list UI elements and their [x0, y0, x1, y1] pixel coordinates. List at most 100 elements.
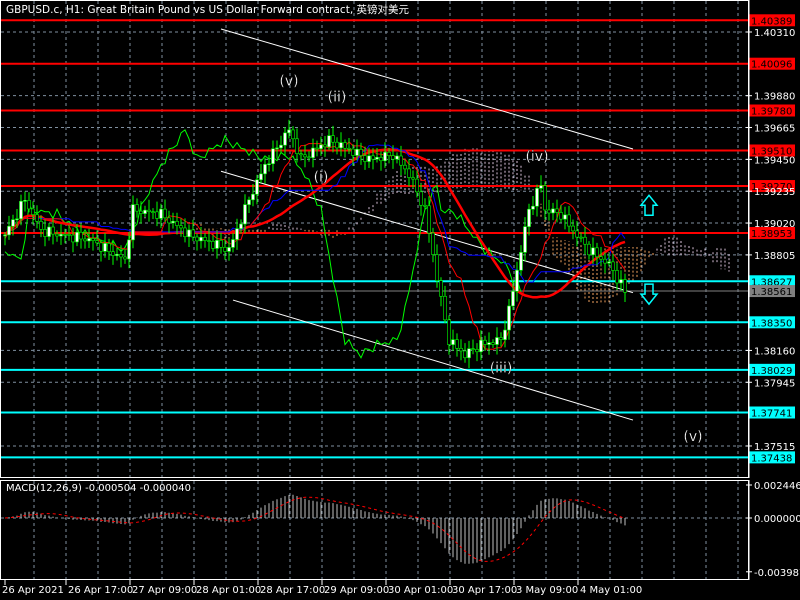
candle-body — [503, 329, 507, 340]
candle-body — [435, 254, 439, 281]
arrow-up-icon — [639, 194, 659, 217]
candle-body — [619, 279, 623, 284]
macd-axis-label: 0.002446 — [754, 481, 800, 492]
candle-body — [119, 253, 123, 258]
candle-body — [475, 349, 479, 353]
candle-body — [199, 237, 203, 242]
candle-body — [367, 155, 371, 162]
candle-body — [127, 239, 131, 260]
candle-body — [59, 234, 63, 237]
candle-body — [135, 204, 139, 212]
candle-body — [55, 233, 59, 237]
candle-body — [47, 226, 51, 237]
candle-body — [539, 185, 543, 189]
candle-body — [375, 157, 379, 160]
candle-body — [551, 208, 555, 214]
resistance-level-label: 1.40096 — [751, 60, 792, 71]
candle-body — [587, 243, 591, 256]
candle-body — [247, 199, 251, 205]
candle-body — [227, 247, 231, 252]
candle-body — [411, 177, 415, 180]
candle-body — [615, 270, 619, 284]
candle-body — [307, 156, 311, 159]
candle-body — [143, 209, 147, 214]
candle-body — [75, 231, 79, 243]
candle-body — [471, 348, 475, 350]
candle-body — [211, 240, 215, 249]
macd-label: MACD(12,26,9) -0.000504 -0.000040 — [6, 483, 191, 494]
candle-body — [275, 147, 279, 150]
candle-body — [555, 208, 559, 213]
price-axis-label: 1.39450 — [754, 155, 795, 166]
candle-body — [439, 280, 443, 297]
price-chart[interactable]: 1.403891.400961.397801.395101.392701.389… — [0, 0, 800, 600]
candle-body — [163, 208, 167, 219]
candle-body — [87, 238, 91, 242]
candle-body — [11, 219, 15, 227]
candle-body — [267, 163, 271, 166]
price-axis-label: 1.37945 — [754, 378, 795, 389]
candle-body — [159, 208, 163, 219]
candle-body — [235, 228, 239, 240]
candle-body — [327, 135, 331, 148]
candle-body — [359, 149, 363, 156]
time-axis-label: 29 Apr 09:00 — [324, 585, 389, 596]
candle-body — [415, 178, 419, 193]
candle-body — [139, 210, 143, 214]
candle-body — [395, 155, 399, 160]
candle-body — [391, 155, 395, 160]
candle-body — [527, 208, 531, 227]
candle-body — [187, 229, 191, 238]
wave-label: (v) — [279, 73, 298, 89]
candle-body — [115, 253, 119, 256]
candle-body — [467, 348, 471, 359]
candle-body — [175, 221, 179, 226]
support-level-label: 1.37438 — [751, 453, 792, 464]
candle-body — [183, 227, 187, 238]
candle-body — [355, 149, 359, 156]
candle-body — [155, 211, 159, 219]
candle-body — [107, 243, 111, 253]
candle-body — [111, 251, 115, 256]
candle-body — [571, 225, 575, 232]
support-level-label: 1.38350 — [751, 318, 792, 329]
candle-body — [591, 247, 595, 256]
candle-body — [67, 234, 71, 236]
macd-axis-label: 0.000000 — [754, 514, 800, 525]
macd-frame — [0, 480, 749, 580]
candle-body — [379, 157, 383, 162]
candle-body — [495, 337, 499, 345]
candle-body — [463, 350, 467, 359]
candle-body — [131, 204, 135, 241]
price-axis-label: 1.38805 — [754, 251, 795, 262]
candle-body — [579, 236, 583, 239]
price-axis-label: 1.38160 — [754, 346, 795, 357]
candle-body — [151, 211, 155, 213]
candle-body — [387, 151, 391, 156]
candle-body — [611, 261, 615, 271]
candle-body — [331, 135, 335, 143]
candle-body — [147, 209, 151, 212]
candle-body — [303, 154, 307, 158]
arrow-down-icon — [639, 283, 659, 306]
candle-body — [563, 214, 567, 220]
candle-body — [123, 256, 127, 260]
time-axis-label: 28 Apr 17:00 — [260, 585, 325, 596]
candle-body — [103, 243, 107, 252]
candle-body — [259, 173, 263, 181]
candle-body — [99, 242, 103, 252]
candle-body — [219, 240, 223, 248]
candle-body — [31, 208, 35, 215]
price-axis-label: 1.37515 — [754, 442, 795, 453]
candle-body — [319, 144, 323, 149]
candle-body — [255, 179, 259, 195]
candle-body — [323, 144, 327, 148]
time-axis-label: 30 Apr 01:00 — [388, 585, 453, 596]
candle-body — [339, 142, 343, 149]
candle-body — [215, 240, 219, 249]
resistance-level-label: 1.38953 — [751, 229, 792, 240]
candle-body — [515, 269, 519, 292]
candle-body — [547, 209, 551, 214]
candle-body — [3, 234, 7, 237]
candle-body — [79, 231, 83, 240]
